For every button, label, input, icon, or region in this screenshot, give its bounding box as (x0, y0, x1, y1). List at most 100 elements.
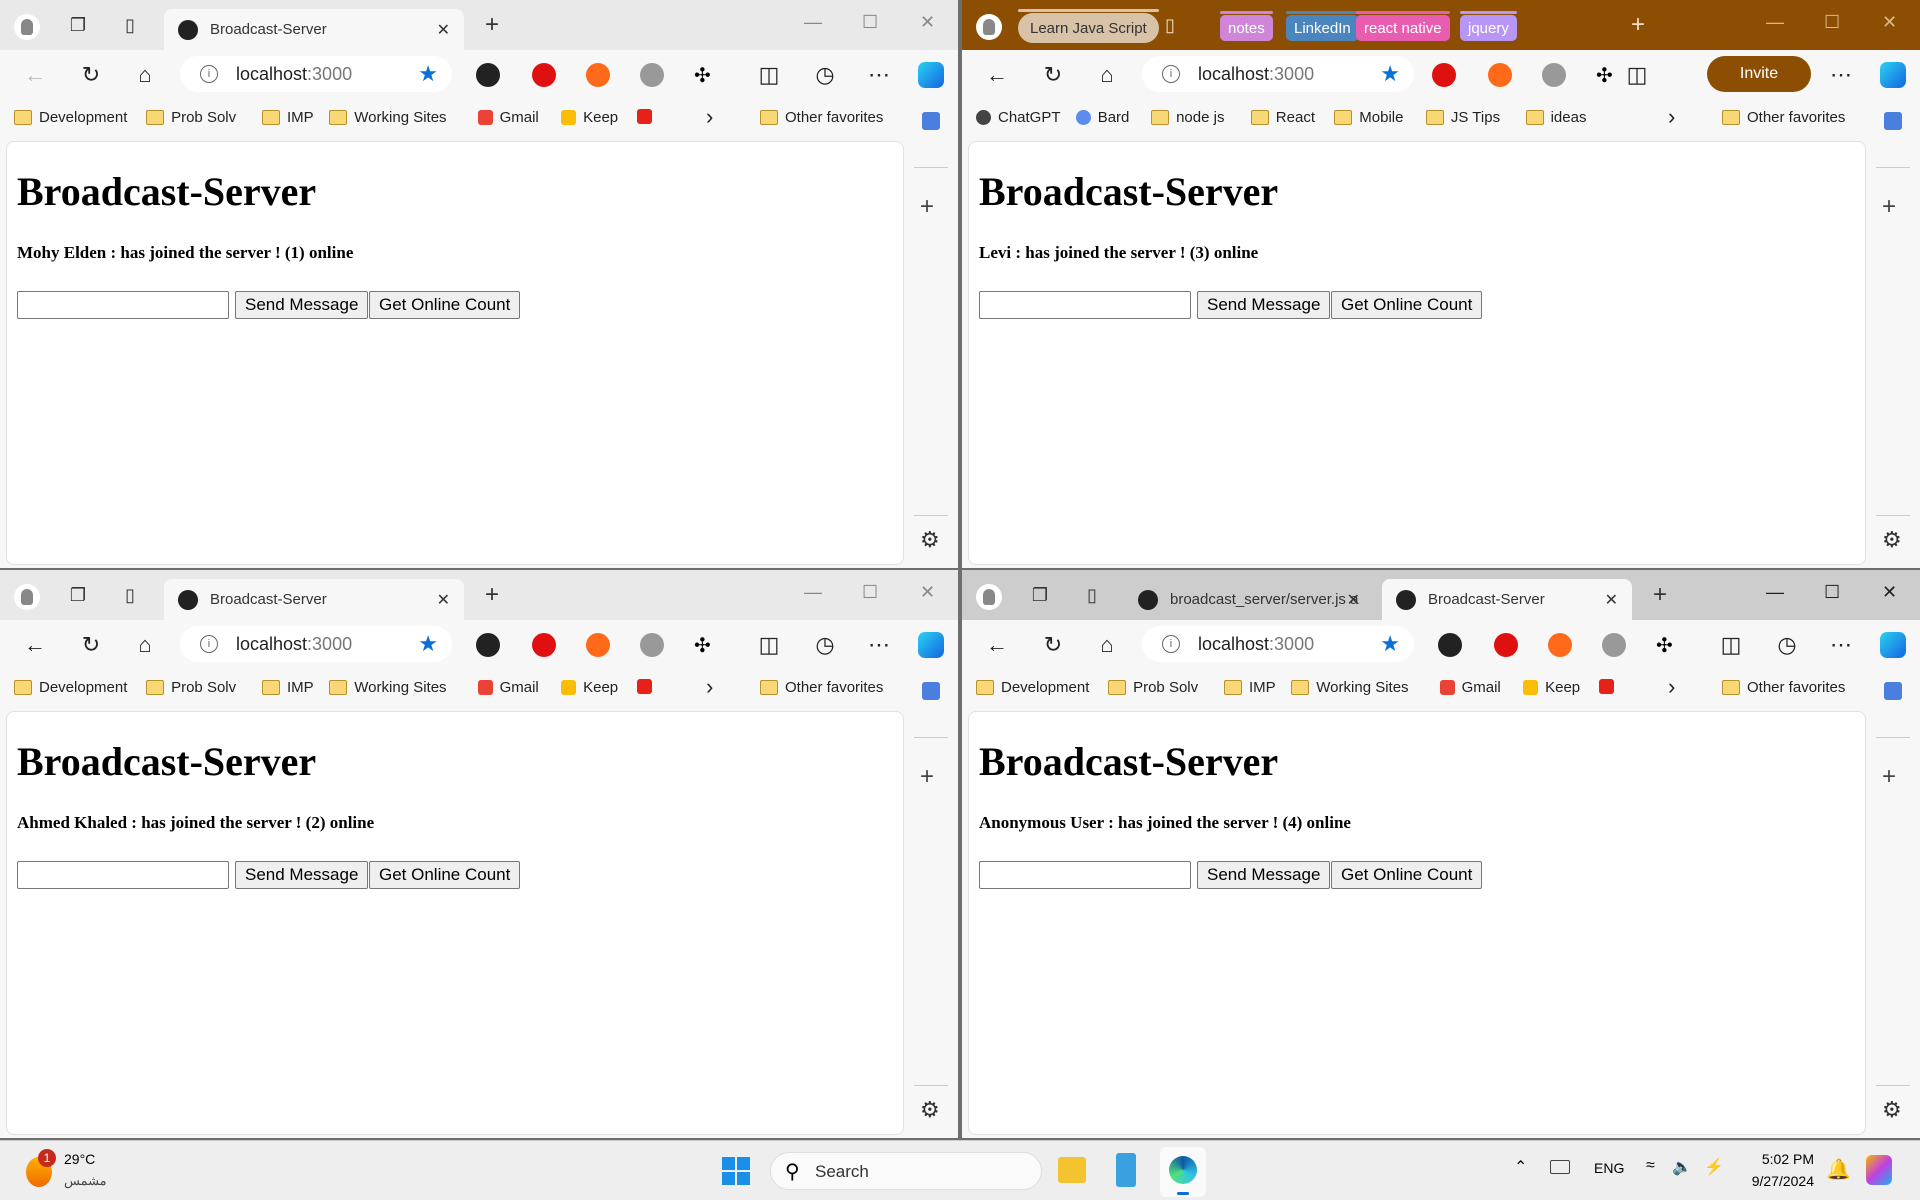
tomato-extension-icon[interactable] (1602, 633, 1626, 657)
favorite-mobile[interactable]: Mobile (1334, 109, 1403, 126)
message-input[interactable] (17, 291, 229, 319)
extensions-puzzle-icon[interactable]: ✣ (694, 63, 718, 87)
get-online-count-button[interactable]: Get Online Count (369, 861, 521, 889)
favorite-chatgpt[interactable]: ChatGPT (976, 109, 1061, 126)
more-menu-icon[interactable]: ⋯ (1828, 632, 1854, 658)
more-menu-icon[interactable]: ⋯ (866, 62, 892, 88)
refresh-button[interactable]: ↻ (1040, 62, 1066, 88)
message-input[interactable] (17, 861, 229, 889)
tab-group-linkedin[interactable]: LinkedIn (1286, 11, 1359, 41)
maximize-button[interactable]: ☐ (862, 12, 878, 33)
address-bar[interactable]: i localhost:3000 ★ (180, 56, 452, 92)
history-icon[interactable]: ◷ (812, 632, 838, 658)
site-info-icon[interactable]: i (200, 635, 218, 653)
adblock-extension-icon[interactable] (1494, 633, 1518, 657)
new-tab-button[interactable]: + (480, 581, 504, 608)
browser-tab[interactable]: Broadcast-Server ✕ (164, 579, 464, 620)
extensions-puzzle-icon[interactable]: ✣ (694, 633, 718, 657)
home-button[interactable]: ⌂ (1094, 632, 1120, 658)
windows-start-icon[interactable] (722, 1157, 750, 1185)
copilot-icon[interactable] (918, 632, 944, 658)
profile-avatar[interactable] (976, 584, 1002, 610)
get-online-count-button[interactable]: Get Online Count (1331, 291, 1483, 319)
edge-taskbar-button[interactable] (1160, 1147, 1206, 1197)
close-tab-icon[interactable]: ✕ (1347, 590, 1360, 610)
favorite-gmail[interactable]: Gmail (477, 679, 539, 696)
vertical-tabs-icon[interactable]: ▯ (118, 583, 142, 607)
more-menu-icon[interactable]: ⋯ (866, 632, 892, 658)
favorite-gmail[interactable]: Gmail (477, 109, 539, 126)
battery-icon[interactable]: ⚡ (1704, 1157, 1724, 1177)
favorites-overflow-chevron[interactable]: › (706, 674, 713, 700)
adblock-extension-icon[interactable] (1432, 63, 1456, 87)
tomato-extension-icon[interactable] (640, 63, 664, 87)
home-button[interactable]: ⌂ (132, 632, 158, 658)
get-online-count-button[interactable]: Get Online Count (1331, 861, 1483, 889)
weather-temp[interactable]: 29°C (64, 1151, 95, 1167)
split-screen-icon[interactable]: ◫ (1624, 62, 1650, 88)
favorite-development[interactable]: Development (14, 679, 127, 696)
vertical-tabs-icon[interactable]: ▯ (118, 13, 142, 37)
wifi-icon[interactable]: ≈ (1646, 1157, 1655, 1175)
send-message-button[interactable]: Send Message (235, 291, 369, 319)
adblock-extension-icon[interactable] (532, 633, 556, 657)
tomato-extension-icon[interactable] (1542, 63, 1566, 87)
extensions-puzzle-icon[interactable]: ✣ (1656, 633, 1680, 657)
settings-gear-icon[interactable]: ⚙ (920, 527, 940, 553)
close-window-button[interactable]: ✕ (1882, 12, 1897, 33)
history-icon[interactable]: ◷ (812, 62, 838, 88)
add-sidebar-app-icon[interactable]: + (1882, 193, 1896, 221)
file-explorer-icon[interactable] (1058, 1157, 1086, 1183)
favorite-youtube[interactable] (636, 679, 659, 694)
favorite-star-icon[interactable]: ★ (1380, 631, 1400, 657)
home-button[interactable]: ⌂ (1094, 62, 1120, 88)
tab-group-jquery[interactable]: jquery (1460, 11, 1517, 41)
favorite-youtube[interactable] (636, 109, 659, 124)
vertical-tabs-icon[interactable]: ▯ (1080, 583, 1104, 607)
other-favorites[interactable]: Other favorites (1722, 109, 1845, 126)
close-tab-icon[interactable]: ✕ (1605, 590, 1618, 610)
extensions-puzzle-icon[interactable]: ✣ (1596, 63, 1620, 87)
close-window-button[interactable]: ✕ (1882, 582, 1897, 603)
refresh-button[interactable]: ↻ (78, 62, 104, 88)
refresh-button[interactable]: ↻ (78, 632, 104, 658)
get-online-count-button[interactable]: Get Online Count (369, 291, 521, 319)
favorite-working-sites[interactable]: Working Sites (1291, 679, 1409, 696)
copilot-icon[interactable] (918, 62, 944, 88)
settings-gear-icon[interactable]: ⚙ (1882, 1097, 1902, 1123)
site-info-icon[interactable]: i (1162, 635, 1180, 653)
history-icon[interactable]: ◷ (1774, 632, 1800, 658)
extension-orange-icon[interactable] (586, 63, 610, 87)
message-input[interactable] (979, 861, 1191, 889)
tab-group-react-native[interactable]: react native (1356, 11, 1450, 41)
favorite-working-sites[interactable]: Working Sites (329, 109, 447, 126)
translate-icon[interactable] (922, 682, 940, 700)
new-tab-button[interactable]: + (1626, 11, 1650, 38)
favorite-react[interactable]: React (1250, 109, 1315, 126)
extension-orange-icon[interactable] (1488, 63, 1512, 87)
profile-avatar[interactable] (14, 14, 40, 40)
notepad-icon[interactable] (1116, 1153, 1136, 1187)
adblock-extension-icon[interactable] (532, 63, 556, 87)
other-favorites[interactable]: Other favorites (760, 679, 883, 696)
back-button[interactable]: ← (984, 62, 1010, 88)
site-info-icon[interactable]: i (200, 65, 218, 83)
copilot-icon[interactable] (1880, 632, 1906, 658)
close-window-button[interactable]: ✕ (920, 582, 935, 603)
other-favorites[interactable]: Other favorites (760, 109, 883, 126)
add-sidebar-app-icon[interactable]: + (1882, 763, 1896, 791)
other-favorites[interactable]: Other favorites (1722, 679, 1845, 696)
browser-tab[interactable]: Broadcast-Server ✕ (1382, 579, 1632, 620)
invite-button[interactable]: Invite (1707, 56, 1811, 92)
extension-dark-icon[interactable] (476, 63, 500, 87)
favorite-keep[interactable]: Keep (561, 679, 618, 696)
favorites-overflow-chevron[interactable]: › (706, 104, 713, 130)
clock-time[interactable]: 5:02 PM (1754, 1151, 1814, 1167)
browser-tab[interactable]: Broadcast-Server ✕ (164, 9, 464, 50)
copilot-icon[interactable] (1880, 62, 1906, 88)
close-window-button[interactable]: ✕ (920, 12, 935, 33)
favorite-keep[interactable]: Keep (561, 109, 618, 126)
translate-icon[interactable] (1884, 682, 1902, 700)
maximize-button[interactable]: ☐ (862, 582, 878, 603)
tomato-extension-icon[interactable] (640, 633, 664, 657)
